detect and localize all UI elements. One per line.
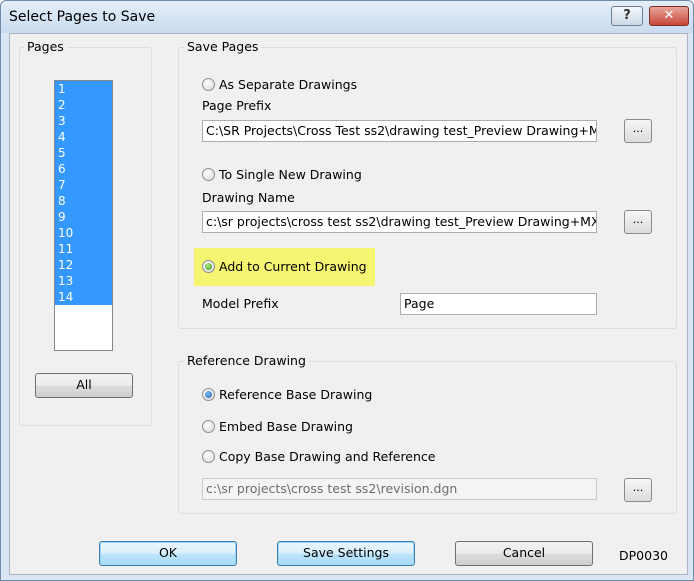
page-list-item[interactable]: 5 [55, 145, 112, 161]
radio-circle [202, 449, 215, 463]
page-list-item[interactable]: 9 [55, 209, 112, 225]
help-button[interactable]: ? [611, 6, 643, 26]
drawing-name-label: Drawing Name [202, 190, 295, 205]
reference-path-field[interactable]: c:\sr projects\cross test ss2\revision.d… [202, 478, 597, 500]
ok-button[interactable]: OK [99, 541, 237, 566]
reference-browse-button[interactable]: ... [624, 478, 652, 502]
close-button[interactable]: ✕ [649, 6, 689, 26]
all-button[interactable]: All [35, 373, 133, 398]
dialog-window: Select Pages to Save ? ✕ Pages 123456789… [0, 0, 694, 581]
page-list-item[interactable]: 6 [55, 161, 112, 177]
radio-embed-base[interactable]: Embed Base Drawing [202, 417, 353, 435]
page-list-item[interactable]: 3 [55, 113, 112, 129]
page-list-item[interactable]: 7 [55, 177, 112, 193]
page-list-item[interactable]: 1 [55, 81, 112, 97]
radio-circle [202, 77, 215, 91]
page-prefix-label: Page Prefix [202, 98, 272, 113]
radio-circle [202, 387, 215, 401]
radio-reference-base[interactable]: Reference Base Drawing [202, 385, 372, 403]
page-list-item[interactable]: 11 [55, 241, 112, 257]
page-list-item[interactable]: 2 [55, 97, 112, 113]
radio-embed-label: Embed Base Drawing [219, 418, 353, 434]
page-list-item[interactable]: 12 [55, 257, 112, 273]
radio-current-label: Add to Current Drawing [219, 258, 367, 274]
page-list-item[interactable]: 8 [55, 193, 112, 209]
model-prefix-label: Model Prefix [202, 296, 279, 311]
radio-circle [202, 167, 215, 181]
radio-add-current-drawing[interactable]: Add to Current Drawing [202, 257, 367, 275]
page-list-item[interactable]: 13 [55, 273, 112, 289]
radio-copy-base[interactable]: Copy Base Drawing and Reference [202, 447, 435, 465]
page-list-item[interactable]: 14 [55, 289, 112, 305]
radio-separate-drawings[interactable]: As Separate Drawings [202, 75, 357, 93]
window-title: Select Pages to Save [9, 9, 156, 25]
dialog-code: DP0030 [619, 548, 668, 563]
save-pages-legend: Save Pages [184, 39, 262, 54]
pages-listbox[interactable]: 1 2 3 4 5 6 7 8 9 10 11 12 13 14 [54, 80, 113, 351]
radio-copy-label: Copy Base Drawing and Reference [219, 448, 436, 464]
radio-single-new-drawing[interactable]: To Single New Drawing [202, 165, 362, 183]
page-list-item[interactable]: 4 [55, 129, 112, 145]
page-prefix-field[interactable]: C:\SR Projects\Cross Test ss2\drawing te… [202, 120, 597, 142]
radio-single-label: To Single New Drawing [219, 166, 362, 182]
save-settings-button[interactable]: Save Settings [277, 541, 415, 566]
title-bar: Select Pages to Save ? ✕ [1, 1, 693, 33]
page-prefix-browse-button[interactable]: ... [624, 119, 652, 143]
model-prefix-field[interactable]: Page [400, 293, 597, 315]
radio-reference-label: Reference Base Drawing [219, 386, 373, 402]
pages-legend: Pages [24, 39, 67, 54]
reference-legend: Reference Drawing [184, 353, 309, 368]
radio-circle [202, 259, 215, 273]
radio-separate-label: As Separate Drawings [219, 76, 358, 92]
cancel-button[interactable]: Cancel [455, 541, 593, 566]
radio-circle [202, 419, 215, 433]
drawing-name-browse-button[interactable]: ... [624, 210, 652, 234]
dialog-body: Pages 1 2 3 4 5 6 7 8 9 10 11 12 13 14 All Save Pages… [9, 33, 688, 575]
page-list-item[interactable]: 10 [55, 225, 112, 241]
drawing-name-field[interactable]: c:\sr projects\cross test ss2\drawing te… [202, 211, 597, 233]
